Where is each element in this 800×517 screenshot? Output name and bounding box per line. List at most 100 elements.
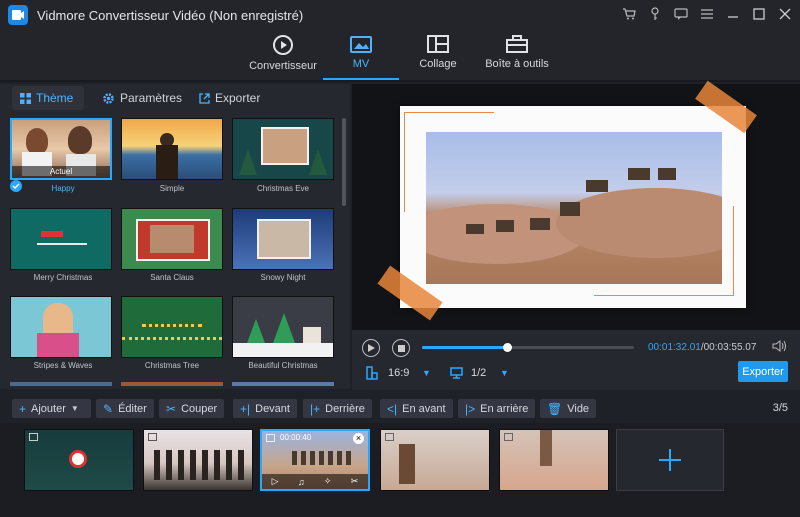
plus-icon: + — [19, 401, 27, 416]
theme-label-simple: Simple — [159, 184, 185, 193]
progress-fill — [422, 346, 507, 349]
nav-collage[interactable]: Collage — [410, 34, 466, 80]
aspect-ratio-value[interactable]: 16:9 — [388, 367, 409, 379]
collage-icon — [427, 35, 449, 53]
page-dropdown-icon[interactable]: ▼ — [500, 368, 509, 378]
add-button[interactable]: + Ajouter ▼ — [12, 399, 91, 418]
nav-mv[interactable]: MV — [323, 34, 399, 80]
timeline-clip[interactable] — [380, 429, 490, 491]
remove-clip-icon[interactable]: × — [353, 433, 364, 444]
theme-label-beautiful-christmas: Beautiful Christmas — [248, 361, 318, 370]
timeline-clip[interactable] — [143, 429, 253, 491]
export-button[interactable]: Exporter — [738, 361, 788, 382]
forward-button[interactable]: <| En avant — [380, 399, 453, 418]
stop-icon — [397, 344, 405, 352]
tab-params[interactable]: Paramètres — [102, 86, 182, 110]
cart-icon[interactable] — [620, 5, 638, 23]
play-button[interactable] — [362, 339, 380, 357]
back-label: Derrière — [325, 402, 365, 415]
timeline-clip[interactable] — [24, 429, 134, 491]
tab-export[interactable]: Exporter — [199, 86, 260, 110]
add-label: Ajouter — [31, 402, 66, 415]
convert-icon — [273, 35, 293, 55]
theme-label-merry-christmas: Merry Christmas — [33, 273, 93, 282]
nav-convertisseur-label: Convertisseur — [249, 60, 317, 72]
play-icon — [368, 344, 375, 352]
backward-button[interactable]: |> En arrière — [458, 399, 536, 418]
page-indicator[interactable]: 1/2 — [471, 367, 486, 379]
clip-duration: 00:00:40 — [280, 433, 312, 442]
cut-button[interactable]: ✂ Couper — [159, 399, 225, 418]
theme-grid: Actuel Happy Simple Christmas Eve Merry … — [8, 116, 336, 386]
app-logo-icon — [8, 5, 28, 25]
close-icon[interactable] — [776, 5, 794, 23]
tab-theme[interactable]: Thème — [12, 86, 84, 110]
current-time: 00:01:32.01 — [648, 342, 701, 353]
current-badge: Actuel — [12, 166, 110, 178]
theme-thumb-partial — [232, 382, 334, 386]
edit-icon: ✎ — [103, 401, 114, 416]
theme-thumb-happy[interactable]: Actuel — [10, 118, 112, 180]
clip-effects-icon[interactable]: ✧ — [324, 476, 332, 487]
chat-icon[interactable] — [672, 5, 690, 23]
theme-thumb-simple[interactable] — [121, 118, 223, 180]
insert-back-icon: |+ — [310, 401, 321, 416]
theme-thumb-merry-christmas[interactable] — [10, 208, 112, 270]
clip-play-icon[interactable]: ▷ — [272, 476, 279, 487]
theme-thumb-santa-claus[interactable] — [121, 208, 223, 270]
scissors-icon: ✂ — [166, 401, 177, 416]
tab-theme-label: Thème — [36, 91, 74, 105]
add-dropdown-icon[interactable]: ▼ — [71, 404, 79, 413]
nav-convertisseur[interactable]: Convertisseur — [248, 34, 318, 80]
tab-export-label: Exporter — [215, 91, 261, 105]
nav-toolbox[interactable]: Boîte à outils — [484, 34, 550, 80]
empty-button[interactable]: 🗑 Vide — [540, 399, 597, 418]
theme-label-santa-claus: Santa Claus — [150, 273, 194, 282]
main-nav: Convertisseur MV Collage Boîte à outils — [0, 30, 800, 82]
timeline-clip[interactable] — [499, 429, 609, 491]
move-backward-icon: |> — [465, 401, 476, 416]
preview-image — [426, 132, 722, 284]
progress-track[interactable] — [422, 343, 634, 352]
empty-label: Vide — [567, 402, 590, 415]
trash-icon: 🗑 — [547, 401, 563, 416]
timeline-clip-selected[interactable]: 00:00:40 × ▷ ♫ ✧ ✂ — [260, 429, 370, 491]
clip-cut-icon[interactable]: ✂ — [351, 476, 359, 487]
time-display: 00:01:32.01/00:03:55.07 — [648, 342, 756, 353]
key-icon[interactable] — [646, 5, 664, 23]
clip-audio-icon[interactable]: ♫ — [298, 477, 305, 487]
back-button[interactable]: |+ Derrière — [303, 399, 372, 418]
playback-controls: 00:01:32.01/00:03:55.07 16:9 ▼ 1/2 ▼ Exp… — [352, 330, 800, 390]
volume-icon[interactable] — [772, 340, 786, 355]
stop-button[interactable] — [392, 339, 410, 357]
progress-knob[interactable] — [502, 343, 512, 352]
add-clip-button[interactable] — [616, 429, 724, 491]
theme-label-christmas-tree: Christmas Tree — [144, 361, 200, 370]
edit-button[interactable]: ✎ Éditer — [96, 399, 154, 418]
minimize-icon[interactable] — [724, 5, 742, 23]
theme-thumb-partial — [10, 382, 112, 386]
screen-icon — [450, 367, 463, 382]
theme-thumb-stripes-waves[interactable] — [10, 296, 112, 358]
film-icon — [148, 433, 157, 441]
theme-thumb-christmas-eve[interactable] — [232, 118, 334, 180]
insert-front-icon: +| — [240, 401, 251, 416]
theme-thumb-christmas-tree[interactable] — [121, 296, 223, 358]
theme-label-snowy-night: Snowy Night — [260, 273, 306, 282]
theme-thumb-partial — [121, 382, 223, 386]
theme-label-stripes-waves: Stripes & Waves — [33, 361, 93, 370]
nav-collage-label: Collage — [419, 58, 457, 70]
grid-icon — [20, 92, 31, 104]
menu-icon[interactable] — [698, 5, 716, 23]
nav-toolbox-label: Boîte à outils — [485, 58, 549, 70]
theme-scrollbar[interactable] — [342, 118, 346, 206]
video-preview — [352, 80, 800, 330]
front-button[interactable]: +| Devant — [233, 399, 297, 418]
maximize-icon[interactable] — [750, 5, 768, 23]
theme-thumb-beautiful-christmas[interactable] — [232, 296, 334, 358]
timeline: 00:00:40 × ▷ ♫ ✧ ✂ — [0, 423, 800, 517]
theme-thumb-snowy-night[interactable] — [232, 208, 334, 270]
gear-icon — [103, 92, 114, 104]
film-icon — [266, 434, 275, 442]
ratio-dropdown-icon[interactable]: ▼ — [422, 368, 431, 378]
